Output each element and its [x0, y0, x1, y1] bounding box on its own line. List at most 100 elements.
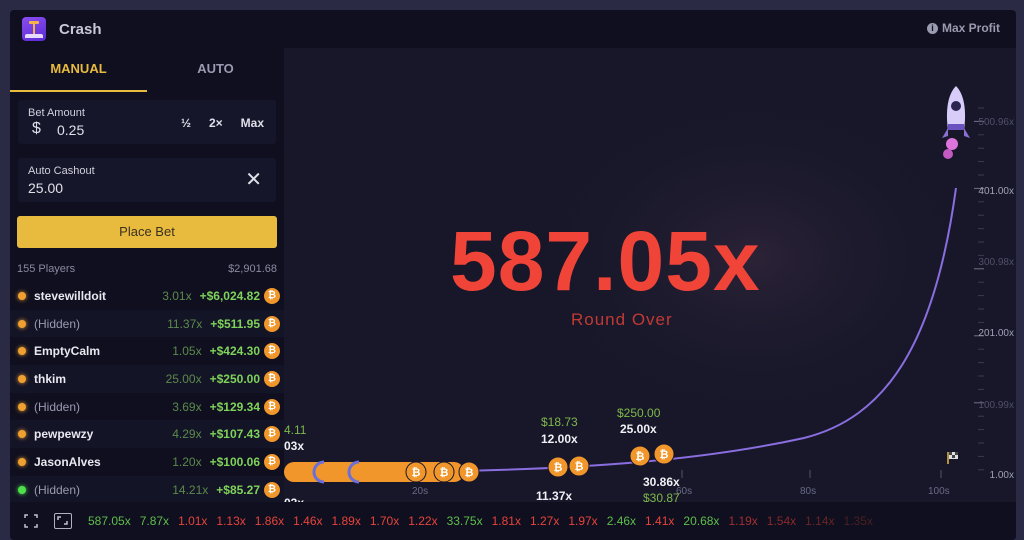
- player-name: (Hidden): [34, 399, 81, 414]
- tab-auto[interactable]: AUTO: [147, 48, 284, 92]
- bitcoin-icon: ₿: [264, 370, 280, 387]
- players-count: 155 Players: [17, 263, 76, 275]
- cashout-multiplier: 30.86x: [643, 475, 680, 489]
- player-name[interactable]: EmptyCalm: [34, 344, 142, 358]
- player-profit: +$100.06: [209, 454, 260, 469]
- player-row: thkim 25.00x +$250.00 ₿: [10, 365, 284, 393]
- bet-panel: MANUAL AUTO Bet Amount $ 0.25 ½ 2× Max A…: [10, 48, 284, 504]
- cashout-multiplier: 11.37x: [536, 489, 573, 502]
- player-multiplier: 4.29x: [172, 427, 202, 442]
- player-multiplier: 3.69x: [172, 399, 202, 414]
- history-item[interactable]: 1.46x: [293, 514, 322, 528]
- player-row: (Hidden) 3.69x +$129.34 ₿: [10, 393, 284, 421]
- history-item[interactable]: 1.81x: [492, 514, 521, 528]
- max-profit-button[interactable]: i Max Profit: [926, 21, 1000, 35]
- player-profit: +$85.27: [216, 482, 260, 497]
- clear-cashout-icon[interactable]: ✕: [245, 170, 262, 190]
- bitcoin-symbol: ₿: [412, 466, 421, 479]
- bitcoin-symbol: ₿: [636, 450, 645, 463]
- player-name[interactable]: pewpewzy: [34, 427, 142, 441]
- history-item[interactable]: 1.54x: [767, 514, 796, 528]
- player-multiplier: 14.21x: [172, 482, 209, 497]
- bitcoin-symbol: ₿: [575, 460, 584, 473]
- y-axis-label: 100.99x: [978, 400, 1014, 411]
- double-bet-button[interactable]: 2×: [209, 116, 223, 130]
- max-bet-button[interactable]: Max: [241, 116, 264, 130]
- finish-flag-icon: [947, 452, 958, 464]
- bitcoin-symbol: ₿: [554, 461, 563, 474]
- round-status: Round Over: [571, 310, 673, 329]
- status-dot-icon: [18, 347, 26, 356]
- cashout-multiplier: 25.00x: [620, 422, 657, 436]
- y-axis-label: 300.98x: [978, 257, 1014, 268]
- history-item[interactable]: 1.01x: [178, 514, 207, 528]
- history-item[interactable]: 1.27x: [530, 514, 559, 528]
- history-item[interactable]: 1.14x: [805, 514, 834, 528]
- mode-tabs: MANUAL AUTO: [10, 48, 284, 92]
- bitcoin-icon: ₿: [264, 398, 280, 415]
- rocket-icon: [942, 86, 970, 159]
- app-title: Crash: [59, 20, 102, 38]
- history-item[interactable]: 1.97x: [568, 514, 597, 528]
- status-dot-icon: [18, 291, 26, 300]
- status-dot-icon: [18, 485, 26, 494]
- player-name[interactable]: thkim: [34, 372, 142, 386]
- game-area: ₿ ₿ ₿ ₿ ₿ ₿ ₿ 587.05x Round Over 500.96x 401.0…: [284, 48, 1016, 502]
- history-item[interactable]: 1.70x: [370, 514, 399, 528]
- history-item[interactable]: 1.13x: [216, 514, 245, 528]
- crash-logo-icon: [22, 17, 46, 41]
- bitcoin-symbol: ₿: [660, 448, 669, 461]
- player-profit: +$511.95: [210, 316, 260, 331]
- place-bet-button[interactable]: Place Bet: [17, 216, 277, 248]
- half-bet-button[interactable]: ½: [181, 116, 191, 130]
- status-dot-icon: [18, 457, 26, 466]
- history-item[interactable]: 1.86x: [255, 514, 284, 528]
- history-item[interactable]: 587.05x: [88, 514, 131, 528]
- history-item[interactable]: 1.89x: [332, 514, 361, 528]
- y-axis-label: 201.00x: [978, 328, 1014, 339]
- cashout-amount: 4.11: [284, 423, 307, 437]
- player-profit: +$250.00: [209, 371, 260, 386]
- bitcoin-icon: ₿: [264, 481, 280, 498]
- player-name[interactable]: stevewilldoit: [34, 289, 132, 303]
- history-item[interactable]: 1.35x: [844, 514, 873, 528]
- player-multiplier: 11.37x: [167, 316, 203, 331]
- history-item[interactable]: 1.41x: [645, 514, 674, 528]
- tab-manual[interactable]: MANUAL: [10, 48, 147, 92]
- cashout-amount: $250.00: [617, 406, 661, 420]
- player-row: JasonAlves 1.20x +$100.06 ₿: [10, 448, 284, 476]
- graph-coins: ₿ ₿ ₿ ₿ ₿ ₿ ₿: [405, 443, 675, 483]
- bet-amount-field[interactable]: Bet Amount $ 0.25 ½ 2× Max: [18, 100, 276, 144]
- auto-cashout-input[interactable]: 25.00: [28, 180, 63, 196]
- bet-amount-label: Bet Amount: [28, 107, 85, 119]
- cashout-amount: $30.87: [643, 491, 680, 502]
- status-dot-icon: [18, 374, 26, 383]
- bitcoin-icon: ₿: [264, 315, 280, 332]
- history-item[interactable]: 1.22x: [408, 514, 437, 528]
- bitcoin-icon: ₿: [264, 426, 280, 443]
- status-dot-icon: [18, 430, 26, 439]
- auto-cashout-field[interactable]: Auto Cashout 25.00 ✕: [18, 158, 276, 202]
- history-item[interactable]: 7.87x: [140, 514, 169, 528]
- player-name[interactable]: JasonAlves: [34, 455, 142, 469]
- bitcoin-symbol: ₿: [440, 466, 449, 479]
- cashout-amount: $18.73: [541, 415, 578, 429]
- player-row: stevewilldoit 3.01x +$6,024.82 ₿: [10, 282, 284, 310]
- bet-amount-input[interactable]: 0.25: [57, 122, 84, 138]
- theatre-mode-icon[interactable]: [54, 513, 72, 529]
- bitcoin-icon: ₿: [264, 343, 280, 360]
- auto-cashout-label: Auto Cashout: [28, 165, 95, 177]
- history-item[interactable]: 33.75x: [447, 514, 483, 528]
- fullscreen-icon[interactable]: [24, 514, 38, 528]
- player-row: (Hidden) 14.21x +$85.27 ₿: [10, 475, 284, 504]
- history-item[interactable]: 1.19x: [728, 514, 757, 528]
- max-profit-label: Max Profit: [941, 21, 1000, 35]
- history-item[interactable]: 2.46x: [607, 514, 636, 528]
- history-item[interactable]: 20.68x: [683, 514, 719, 528]
- player-profit: +$6,024.82: [199, 288, 260, 303]
- cashout-multiplier: 12.00x: [541, 432, 578, 446]
- footer-bar: 587.05x 7.87x 1.01x 1.13x 1.86x 1.46x 1.89x 1.7…: [10, 502, 1016, 540]
- dollar-icon: $: [32, 120, 41, 137]
- player-name: (Hidden): [34, 316, 81, 331]
- round-history: 587.05x 7.87x 1.01x 1.13x 1.86x 1.46x 1.89x 1.7…: [88, 514, 873, 528]
